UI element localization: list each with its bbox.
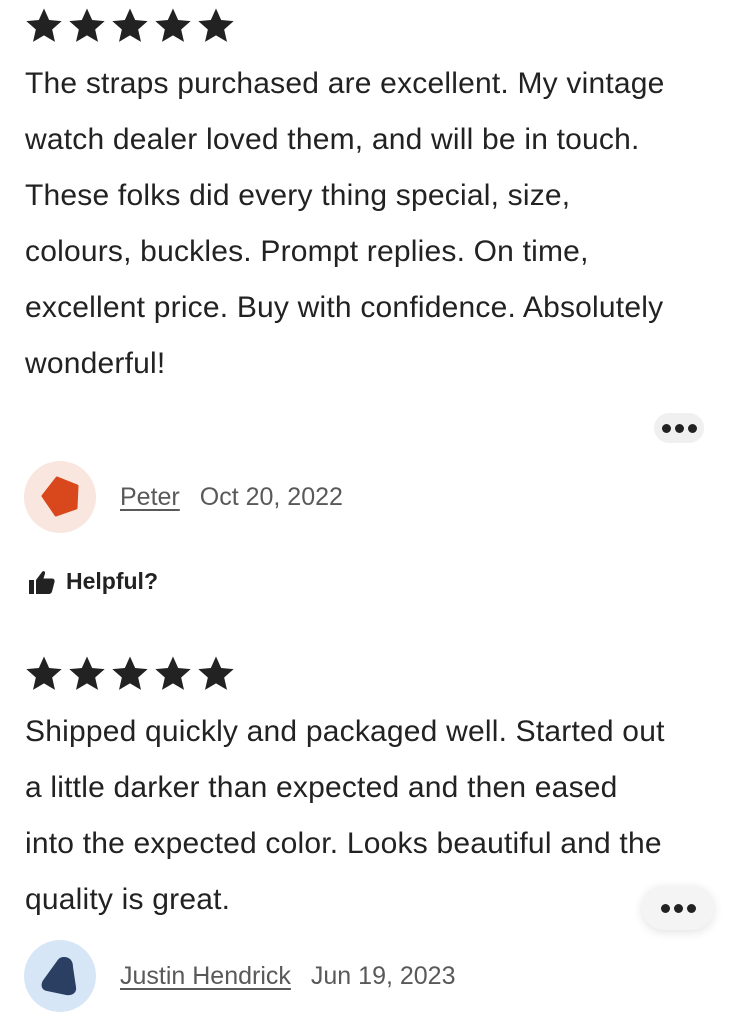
review-date: Oct 20, 2022 (199, 482, 343, 511)
star-rating (23, 6, 237, 46)
more-options-dot (673, 903, 683, 913)
star-icon (26, 8, 62, 42)
review-meta: Justin Hendrick Jun 19, 2023 (24, 940, 455, 1012)
more-options-dot (687, 423, 697, 433)
review-text: The straps purchased are excellent. My v… (25, 67, 665, 380)
helpful-label: Helpful? (66, 568, 158, 594)
thumbs-up-icon (29, 570, 55, 594)
more-options-button[interactable] (642, 886, 714, 930)
star-icon (112, 656, 148, 690)
avatar[interactable] (24, 940, 96, 1012)
more-options-button[interactable] (654, 413, 704, 443)
star-icon (198, 8, 234, 42)
star-icon (112, 8, 148, 42)
reviewer-name-link[interactable]: Justin Hendrick (120, 962, 291, 991)
more-options-icon (660, 903, 670, 913)
review-date: Jun 19, 2023 (310, 961, 456, 990)
more-options-dot (674, 423, 684, 433)
star-icon (198, 656, 234, 690)
star-rating (23, 654, 237, 694)
more-options-icon (661, 423, 671, 433)
star-icon (26, 656, 62, 690)
avatar-pentagon-icon (41, 476, 79, 517)
star-icon (155, 8, 191, 42)
helpful-button[interactable]: Helpful? (28, 568, 158, 595)
reviewer-name-link[interactable]: Peter (120, 483, 180, 512)
avatar-triangle-icon (41, 957, 77, 996)
review-meta: Peter Oct 20, 2022 (24, 461, 343, 533)
avatar[interactable] (24, 461, 96, 533)
star-icon (69, 656, 105, 690)
star-icon (155, 656, 191, 690)
star-icon (69, 8, 105, 42)
review-text: Shipped quickly and packaged well. Start… (25, 715, 665, 916)
more-options-dot (686, 903, 696, 913)
